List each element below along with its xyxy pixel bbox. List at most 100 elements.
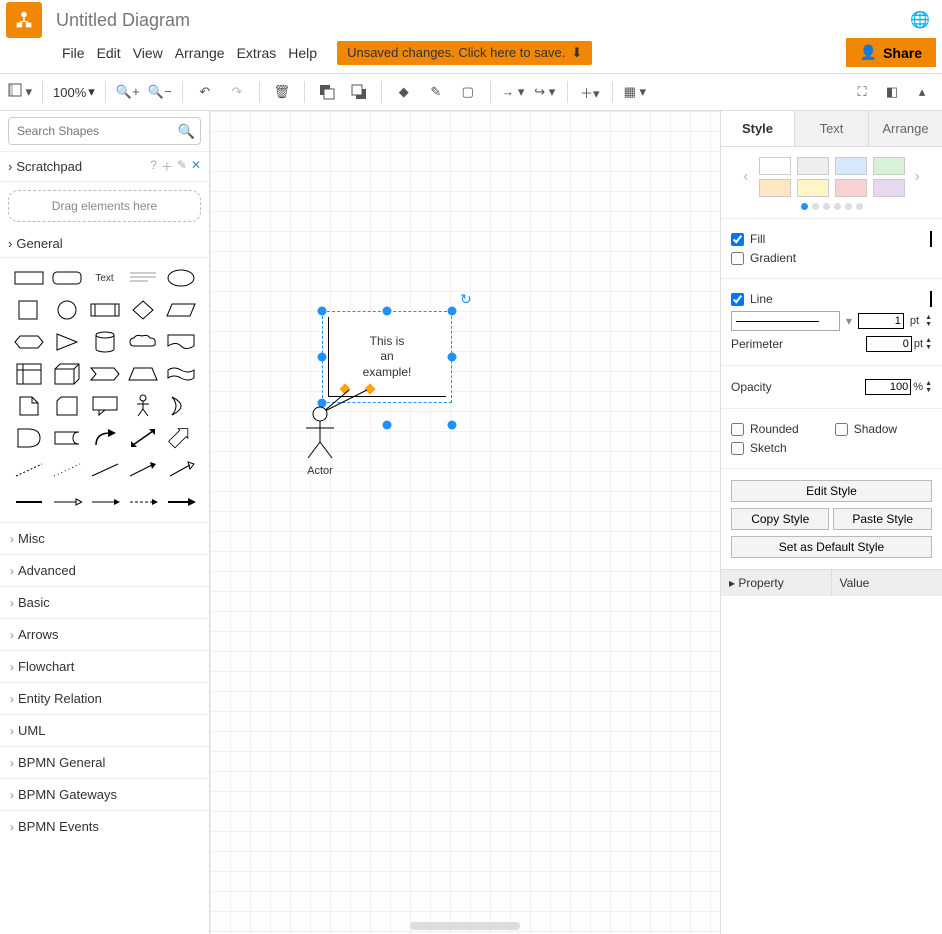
category-arrows[interactable]: Arrows: [0, 618, 209, 650]
share-button[interactable]: 👤 Share: [846, 38, 936, 67]
opacity-input[interactable]: [865, 379, 911, 395]
category-advanced[interactable]: Advanced: [0, 554, 209, 586]
shadow-button[interactable]: ▢: [456, 80, 480, 104]
search-icon[interactable]: 🔍: [178, 123, 195, 140]
line-checkbox[interactable]: [731, 293, 744, 306]
shape-conn2[interactable]: [164, 456, 198, 484]
category-misc[interactable]: Misc: [0, 522, 209, 554]
actor-shape[interactable]: Actor: [302, 406, 338, 477]
fill-checkbox[interactable]: [731, 233, 744, 246]
stepper-up[interactable]: ▲: [925, 314, 932, 321]
shape-link3[interactable]: [88, 488, 122, 516]
shape-circle[interactable]: [50, 296, 84, 324]
view-mode-button[interactable]: ▾: [8, 80, 32, 104]
stepper-down[interactable]: ▼: [925, 321, 932, 328]
swatch[interactable]: [797, 179, 829, 197]
shape-and[interactable]: [12, 424, 46, 452]
shape-ellipse[interactable]: [164, 264, 198, 292]
shape-link5[interactable]: [164, 488, 198, 516]
undo-button[interactable]: ↶: [193, 80, 217, 104]
sketch-checkbox[interactable]: [731, 442, 744, 455]
swatch[interactable]: [835, 179, 867, 197]
shape-hex[interactable]: [12, 328, 46, 356]
rotate-handle[interactable]: ↻: [460, 291, 472, 308]
menu-arrange[interactable]: Arrange: [175, 42, 237, 64]
tab-text[interactable]: Text: [794, 111, 868, 146]
shape-process[interactable]: [88, 296, 122, 324]
shape-round-rect[interactable]: [50, 264, 84, 292]
shape-actor[interactable]: [126, 392, 160, 420]
waypoint-button[interactable]: ↪ ▾: [533, 80, 557, 104]
format-panel-button[interactable]: ◧: [880, 80, 904, 104]
swatch[interactable]: [797, 157, 829, 175]
shape-or[interactable]: [164, 392, 198, 420]
shape-line-dot[interactable]: [50, 456, 84, 484]
tab-style[interactable]: Style: [721, 111, 794, 146]
perimeter-input[interactable]: [866, 336, 912, 352]
shape-cube[interactable]: [50, 360, 84, 388]
app-logo[interactable]: [6, 2, 42, 38]
shape-rect[interactable]: [12, 264, 46, 292]
shape-callout[interactable]: [88, 392, 122, 420]
shape-line[interactable]: [88, 456, 122, 484]
to-back-button[interactable]: [347, 80, 371, 104]
category-bpmn-gateways[interactable]: BPMN Gateways: [0, 778, 209, 810]
help-icon[interactable]: ?: [150, 158, 157, 175]
connection-button[interactable]: → ▾: [501, 80, 525, 104]
copy-style-button[interactable]: Copy Style: [731, 508, 829, 530]
swatch[interactable]: [759, 179, 791, 197]
edit-icon[interactable]: ✎: [177, 158, 187, 175]
shape-card[interactable]: [50, 392, 84, 420]
shape-cylinder[interactable]: [88, 328, 122, 356]
delete-button[interactable]: 🗑: [270, 80, 294, 104]
paste-style-button[interactable]: Paste Style: [833, 508, 931, 530]
scratchpad-header[interactable]: › Scratchpad ? ＋ ✎ ✕: [0, 152, 209, 182]
swatch-prev[interactable]: ‹: [739, 168, 752, 186]
shape-note[interactable]: [12, 392, 46, 420]
zoom-out-button[interactable]: 🔍−: [148, 80, 172, 104]
line-width-input[interactable]: [858, 313, 904, 329]
shape-parallel[interactable]: [164, 296, 198, 324]
swatch[interactable]: [873, 179, 905, 197]
shape-line-dash[interactable]: [12, 456, 46, 484]
menu-extras[interactable]: Extras: [237, 42, 289, 64]
shape-textbox[interactable]: [126, 264, 160, 292]
category-bpmn-general[interactable]: BPMN General: [0, 746, 209, 778]
category-bpmn-events[interactable]: BPMN Events: [0, 810, 209, 842]
category-uml[interactable]: UML: [0, 714, 209, 746]
menu-view[interactable]: View: [133, 42, 175, 64]
shape-link2[interactable]: [50, 488, 84, 516]
horizontal-scrollbar[interactable]: [410, 922, 520, 930]
language-icon[interactable]: 🌐: [910, 10, 930, 30]
rounded-checkbox[interactable]: [731, 423, 744, 436]
line-color-button[interactable]: ✎: [424, 80, 448, 104]
line-color[interactable]: [930, 291, 932, 307]
shape-text[interactable]: Text: [88, 264, 122, 292]
redo-button[interactable]: ↷: [225, 80, 249, 104]
shape-tape[interactable]: [164, 360, 198, 388]
gradient-checkbox[interactable]: [731, 252, 744, 265]
default-style-button[interactable]: Set as Default Style: [731, 536, 932, 558]
shape-square[interactable]: [12, 296, 46, 324]
line-style-dropdown[interactable]: [731, 311, 840, 331]
shape-datastore[interactable]: [50, 424, 84, 452]
canvas[interactable]: This is an example! ↻: [210, 111, 720, 934]
general-header[interactable]: › General: [0, 230, 209, 258]
category-basic[interactable]: Basic: [0, 586, 209, 618]
shape-link1[interactable]: [12, 488, 46, 516]
swatch[interactable]: [873, 157, 905, 175]
category-entity-relation[interactable]: Entity Relation: [0, 682, 209, 714]
menu-edit[interactable]: Edit: [97, 42, 133, 64]
fill-color[interactable]: [930, 231, 932, 247]
shadow-checkbox[interactable]: [835, 423, 848, 436]
unsaved-banner[interactable]: Unsaved changes. Click here to save. ⬇: [337, 41, 592, 65]
fullscreen-button[interactable]: ⛶: [850, 80, 874, 104]
shape-cloud[interactable]: [126, 328, 160, 356]
shape-arrow-big[interactable]: [164, 424, 198, 452]
menu-help[interactable]: Help: [288, 42, 329, 64]
document-title[interactable]: Untitled Diagram: [56, 10, 190, 31]
shape-triangle[interactable]: [50, 328, 84, 356]
insert-button[interactable]: ＋▾: [578, 80, 602, 104]
edit-style-button[interactable]: Edit Style: [731, 480, 932, 502]
zoom-dropdown[interactable]: 100% ▾: [53, 84, 95, 100]
